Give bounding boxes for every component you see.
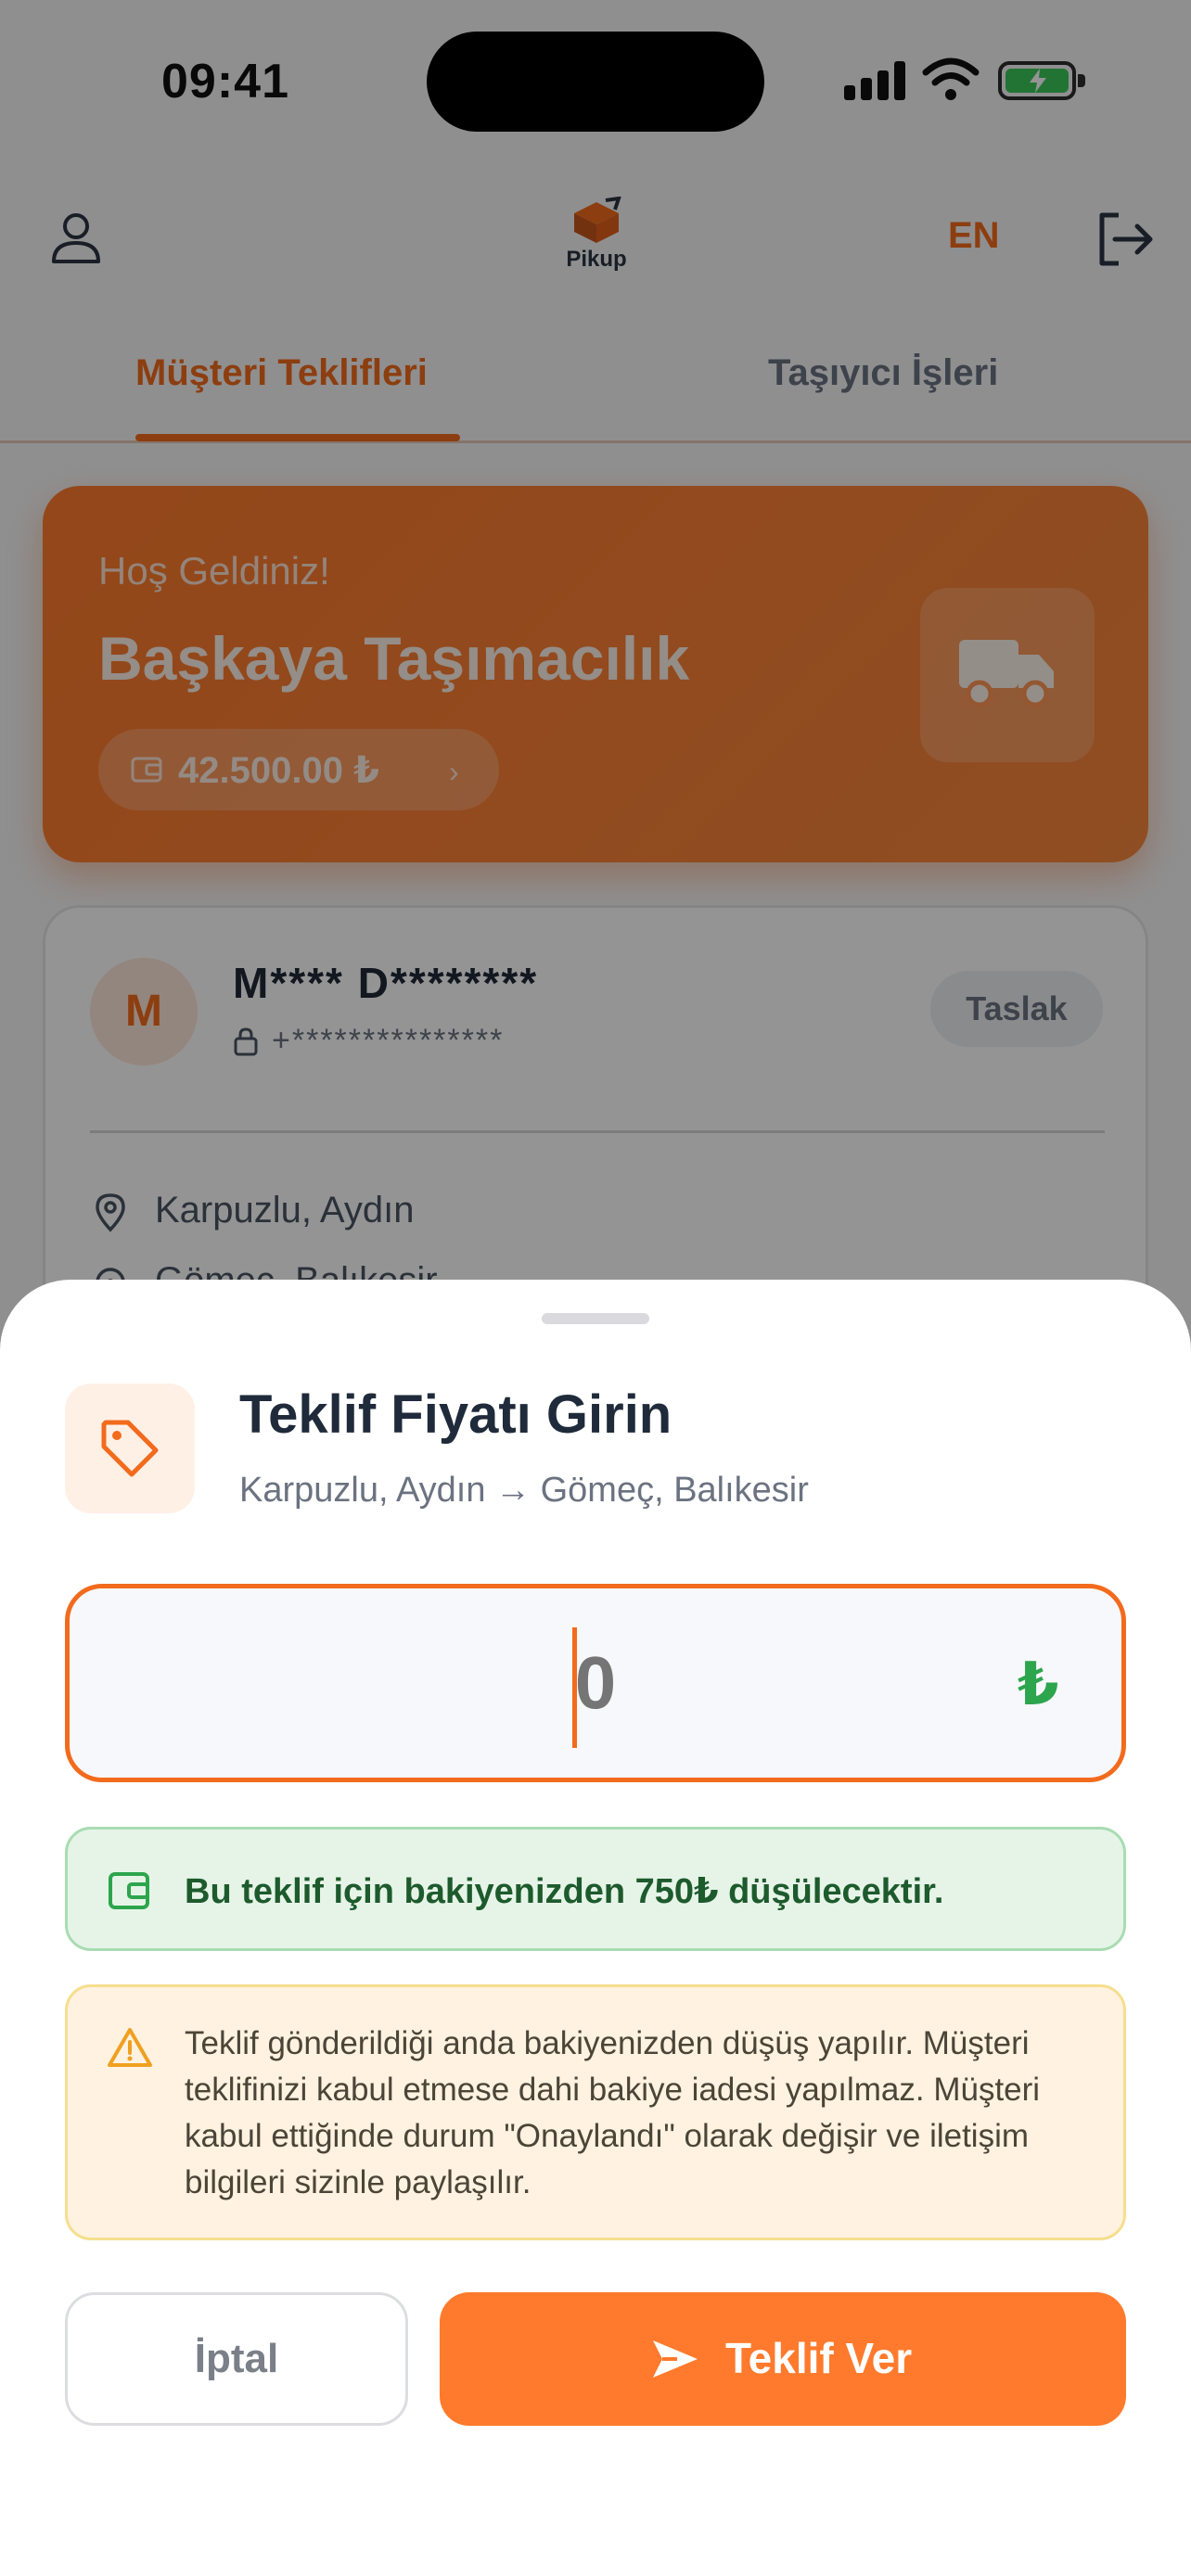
price-field[interactable]: ₺ (65, 1584, 1126, 1782)
send-icon (653, 2340, 698, 2378)
submit-offer-button[interactable]: Teklif Ver (440, 2292, 1126, 2426)
wallet-icon (109, 1872, 149, 1909)
deduction-info-text: Bu teklif için bakiyenizden 750₺ düşülec… (185, 1872, 944, 1911)
warning-box: Teklif gönderildiği anda bakiyenizden dü… (65, 1984, 1126, 2240)
sheet-title: Teklif Fiyatı Girin (239, 1384, 672, 1445)
price-input[interactable] (70, 1588, 1121, 1778)
sheet-drag-handle[interactable] (542, 1313, 649, 1324)
deduction-info-box: Bu teklif için bakiyenizden 750₺ düşülec… (65, 1827, 1126, 1951)
price-tag-icon (101, 1420, 159, 1477)
tag-icon-badge (65, 1384, 195, 1513)
currency-symbol: ₺ (1018, 1651, 1059, 1717)
cancel-button[interactable]: İptal (65, 2292, 408, 2426)
submit-offer-label: Teklif Ver (725, 2334, 913, 2382)
offer-price-sheet: Teklif Fiyatı Girin Karpuzlu, Aydın → Gö… (0, 1280, 1191, 2576)
text-caret (572, 1627, 577, 1748)
warning-text: Teklif gönderildiği anda bakiyenizden dü… (185, 2025, 1041, 2200)
sheet-route: Karpuzlu, Aydın → Gömeç, Balıkesir (239, 1471, 809, 1510)
warning-triangle-icon (108, 2028, 152, 2067)
